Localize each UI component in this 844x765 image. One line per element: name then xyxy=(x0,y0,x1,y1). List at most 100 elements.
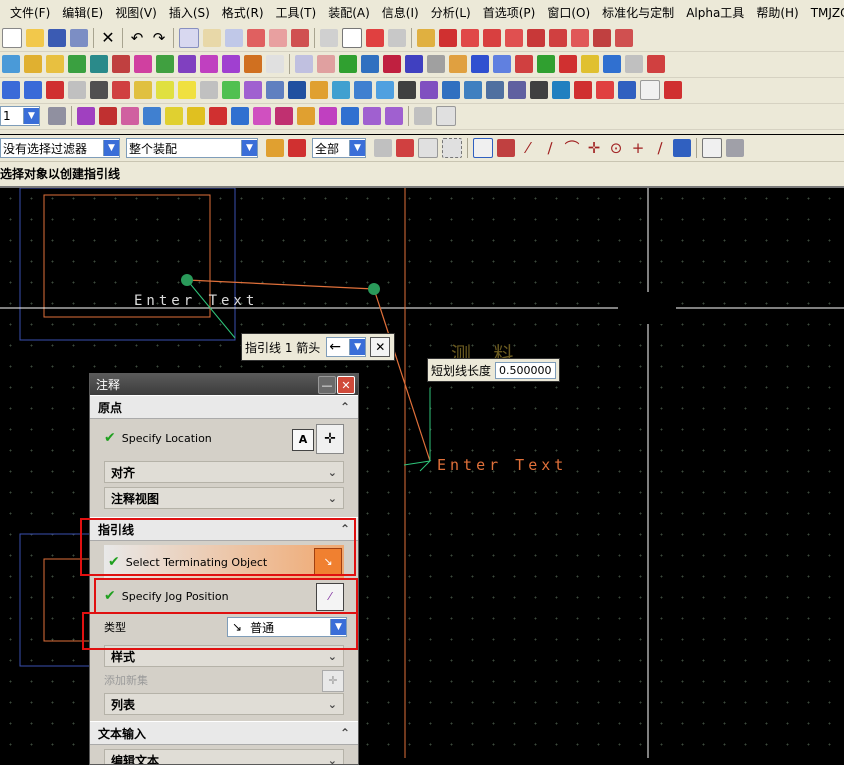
trophy-icon[interactable] xyxy=(297,107,315,125)
tool-icon[interactable] xyxy=(647,55,665,73)
crosshair-icon[interactable] xyxy=(615,29,633,47)
snap-center-icon[interactable]: ⊙ xyxy=(607,139,625,157)
cylinder-icon[interactable] xyxy=(354,81,372,99)
kit-icon[interactable] xyxy=(134,55,152,73)
select-region-icon[interactable] xyxy=(396,139,414,157)
house-icon[interactable] xyxy=(515,55,533,73)
menu-user[interactable]: TMJZCY xyxy=(805,6,844,20)
select-box-icon[interactable] xyxy=(374,139,392,157)
expand-icon[interactable]: ⌄ xyxy=(328,492,337,505)
snap-face-icon[interactable] xyxy=(673,139,691,157)
menu-insert[interactable]: 插入(S) xyxy=(163,4,216,21)
chevron-down-icon[interactable]: ▼ xyxy=(241,140,257,156)
text-origin-tool-icon[interactable]: A xyxy=(292,429,314,451)
specify-location-row[interactable]: ✔ Specify Location A ✛ xyxy=(90,419,358,457)
expand-icon[interactable]: ⌄ xyxy=(328,650,337,663)
brush-icon[interactable] xyxy=(275,107,293,125)
chevron-down-icon[interactable]: ▼ xyxy=(349,140,365,156)
filter-icon[interactable] xyxy=(112,55,130,73)
lightning-icon[interactable] xyxy=(231,107,249,125)
note-icon[interactable] xyxy=(320,29,338,47)
letter-a-alt-icon[interactable] xyxy=(493,55,511,73)
undo-icon[interactable]: ↶ xyxy=(128,29,146,47)
wireframe-icon[interactable] xyxy=(266,81,284,99)
layout-icon[interactable] xyxy=(436,106,456,126)
point-icon[interactable] xyxy=(442,81,460,99)
diamond-icon[interactable] xyxy=(383,55,401,73)
snap-icon[interactable] xyxy=(464,81,482,99)
section-icon[interactable] xyxy=(508,81,526,99)
sketch-icon[interactable] xyxy=(317,55,335,73)
snap-point-on-curve-icon[interactable]: ∕ xyxy=(651,139,669,157)
copy-icon[interactable] xyxy=(179,28,199,48)
chevron-down-icon[interactable]: ▼ xyxy=(23,108,39,124)
print-icon[interactable] xyxy=(414,107,432,125)
add-set-icon[interactable]: ✛ xyxy=(322,670,344,692)
expand-icon[interactable]: ⌄ xyxy=(328,698,337,711)
pen-icon[interactable] xyxy=(244,55,262,73)
all-combo[interactable]: 全部 ▼ xyxy=(312,138,366,158)
paint-icon[interactable] xyxy=(253,107,271,125)
doc-icon[interactable] xyxy=(640,80,660,100)
layer-icon[interactable] xyxy=(200,55,218,73)
view-icon[interactable] xyxy=(247,29,265,47)
symbol-icon[interactable] xyxy=(366,29,384,47)
align-subsection[interactable]: 对齐 ⌄ xyxy=(104,461,344,483)
link-icon[interactable] xyxy=(291,29,309,47)
snap-midpoint-icon[interactable]: ∕ xyxy=(541,139,559,157)
select-sparkle-icon[interactable] xyxy=(266,139,284,157)
new-file-icon[interactable] xyxy=(2,28,22,48)
jog-length-input[interactable]: 0.500000 xyxy=(495,362,556,379)
type-filter-combo[interactable]: 没有选择过滤器 ▼ xyxy=(0,138,120,158)
red-cube-icon[interactable] xyxy=(596,81,614,99)
letter-a-icon[interactable] xyxy=(471,55,489,73)
layer-toggle-icon[interactable] xyxy=(46,81,64,99)
color-cube-icon[interactable] xyxy=(574,81,592,99)
part-icon[interactable] xyxy=(68,55,86,73)
expand-icon[interactable]: ⌄ xyxy=(328,466,337,479)
layer-settings-icon[interactable] xyxy=(68,81,86,99)
menu-help[interactable]: 帮助(H) xyxy=(750,4,804,21)
minimize-icon[interactable]: — xyxy=(318,376,336,394)
menu-view[interactable]: 视图(V) xyxy=(109,4,163,21)
lighting-icon[interactable] xyxy=(156,81,174,99)
stack-icon[interactable] xyxy=(209,107,227,125)
menu-edit[interactable]: 编辑(E) xyxy=(56,4,109,21)
hole-dim-icon[interactable] xyxy=(461,29,479,47)
hat-icon[interactable] xyxy=(339,55,357,73)
tag-icon[interactable] xyxy=(319,107,337,125)
paste-icon[interactable] xyxy=(203,29,221,47)
section-origin-header[interactable]: 原点 ⌃ xyxy=(90,395,358,419)
menu-tools[interactable]: 工具(T) xyxy=(270,4,323,21)
layer-move-icon[interactable] xyxy=(48,107,66,125)
arc-dim-icon[interactable] xyxy=(571,29,589,47)
chart-icon[interactable] xyxy=(603,55,621,73)
grid-view-icon[interactable] xyxy=(664,81,682,99)
menu-alpha-tools[interactable]: Alpha工具 xyxy=(680,4,750,21)
sphere-icon[interactable] xyxy=(376,81,394,99)
snap-line-icon[interactable]: ⁄ xyxy=(519,139,537,157)
select-lasso-icon[interactable] xyxy=(418,138,438,158)
close-icon[interactable]: ✕ xyxy=(370,337,390,357)
hidden-line-icon[interactable] xyxy=(288,81,306,99)
eraser-icon[interactable] xyxy=(269,29,287,47)
letter-icon[interactable] xyxy=(99,107,117,125)
table-icon[interactable] xyxy=(24,55,42,73)
edit-text-subsection[interactable]: 编辑文本 ⌄ xyxy=(104,749,344,765)
mc-icon[interactable] xyxy=(618,81,636,99)
package-icon[interactable] xyxy=(581,55,599,73)
point-constructor-icon[interactable]: ✛ xyxy=(316,424,344,454)
studio-icon[interactable] xyxy=(310,81,328,99)
arrowhead-combo[interactable]: ← ▼ xyxy=(326,337,366,357)
rectangle-icon[interactable] xyxy=(178,81,196,99)
gdt-icon[interactable] xyxy=(388,29,406,47)
cube-gray-icon[interactable] xyxy=(726,139,744,157)
gear-icon[interactable] xyxy=(449,55,467,73)
shaded-cube-icon[interactable] xyxy=(244,81,262,99)
pencil-icon[interactable] xyxy=(200,81,218,99)
dimension-icon[interactable] xyxy=(439,29,457,47)
jb-icon[interactable] xyxy=(165,107,183,125)
open-folder-icon[interactable] xyxy=(26,29,44,47)
snap-intersection-icon[interactable]: ✛ xyxy=(585,139,603,157)
mirror-icon[interactable] xyxy=(530,81,548,99)
